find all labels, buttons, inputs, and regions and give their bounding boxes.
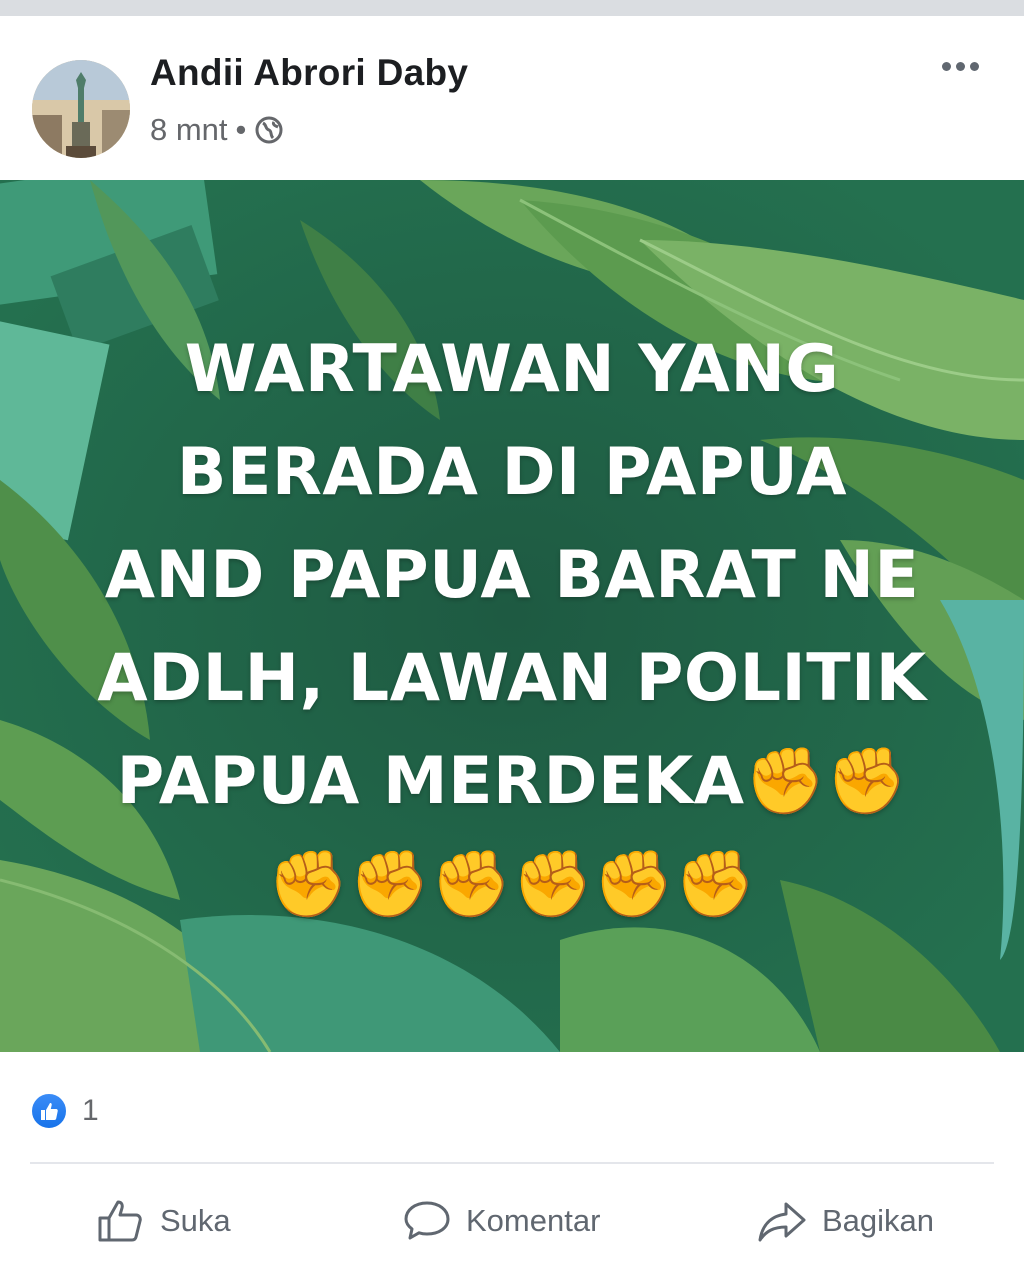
- reactions-summary[interactable]: 1: [30, 1092, 99, 1130]
- post-text-line: ✊✊✊✊✊✊: [267, 847, 757, 922]
- post-text-line: ADLH, LAWAN POLITIK: [97, 641, 927, 716]
- thumbs-up-icon: [98, 1200, 142, 1242]
- top-strip: [0, 0, 1024, 16]
- post-text-line: BERADA DI PAPUA: [176, 435, 848, 510]
- share-label: Bagikan: [822, 1203, 935, 1238]
- post-text-line: WARTAWAN YANG: [184, 332, 840, 407]
- comment-label: Komentar: [466, 1203, 601, 1238]
- post-meta: 8 mnt •: [150, 112, 284, 148]
- like-button[interactable]: Suka: [96, 1186, 231, 1256]
- globe-icon: [254, 115, 284, 145]
- post-image[interactable]: WARTAWAN YANG BERADA DI PAPUA AND PAPUA …: [0, 180, 1024, 1052]
- share-icon: [758, 1202, 806, 1242]
- reaction-count: 1: [82, 1094, 99, 1127]
- like-icon: [30, 1092, 68, 1130]
- post-text: WARTAWAN YANG BERADA DI PAPUA AND PAPUA …: [0, 318, 1024, 936]
- post-text-line: PAPUA MERDEKA✊✊: [116, 744, 908, 819]
- author-name[interactable]: Andii Abrori Daby: [150, 52, 468, 94]
- post-time[interactable]: 8 mnt: [150, 112, 228, 148]
- divider: [30, 1162, 994, 1164]
- avatar[interactable]: [32, 60, 130, 158]
- post-card: Andii Abrori Daby 8 mnt • WARTAWAN YANG …: [0, 16, 1024, 1276]
- comment-icon: [404, 1201, 450, 1240]
- share-button[interactable]: Bagikan: [756, 1186, 934, 1256]
- post-text-line: AND PAPUA BARAT NE: [104, 538, 920, 613]
- more-horizontal-icon: [941, 61, 951, 71]
- more-dot: [955, 61, 965, 71]
- action-bar: Suka Komentar Bagikan: [0, 1186, 1024, 1256]
- more-options-button[interactable]: [930, 46, 990, 86]
- like-label: Suka: [160, 1203, 231, 1238]
- meta-separator: •: [235, 112, 247, 147]
- more-dot: [969, 61, 979, 71]
- comment-button[interactable]: Komentar: [402, 1186, 600, 1256]
